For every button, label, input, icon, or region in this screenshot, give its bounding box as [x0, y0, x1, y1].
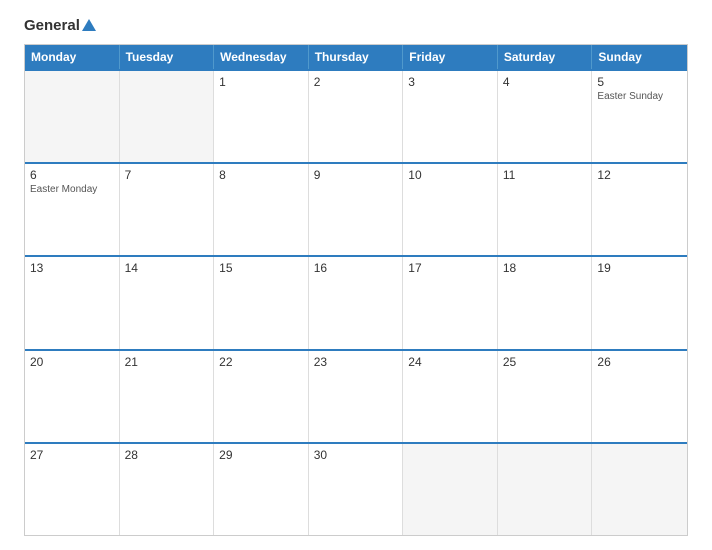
day-number: 2	[314, 75, 398, 89]
calendar-cell: 14	[120, 257, 215, 348]
day-number: 5	[597, 75, 682, 89]
day-number: 12	[597, 168, 682, 182]
day-number: 17	[408, 261, 492, 275]
calendar-cell: 11	[498, 164, 593, 255]
day-number: 24	[408, 355, 492, 369]
calendar-cell: 19	[592, 257, 687, 348]
day-number: 27	[30, 448, 114, 462]
week-row-4: 20 21 22 23 24 25 26	[25, 349, 687, 442]
calendar-cell: 15	[214, 257, 309, 348]
logo: General	[24, 18, 96, 34]
calendar-cell	[403, 444, 498, 535]
calendar-grid: MondayTuesdayWednesdayThursdayFridaySatu…	[24, 44, 688, 536]
day-number: 23	[314, 355, 398, 369]
logo-text: General	[24, 18, 96, 34]
day-number: 18	[503, 261, 587, 275]
day-header-wednesday: Wednesday	[214, 45, 309, 69]
day-number: 28	[125, 448, 209, 462]
calendar-cell: 21	[120, 351, 215, 442]
week-row-1: 12345 Easter Sunday	[25, 69, 687, 162]
day-header-saturday: Saturday	[498, 45, 593, 69]
calendar-cell: 17	[403, 257, 498, 348]
week-row-3: 13 14 15 16 17 18 19	[25, 255, 687, 348]
day-header-monday: Monday	[25, 45, 120, 69]
calendar-cell: 5 Easter Sunday	[592, 71, 687, 162]
day-number: 3	[408, 75, 492, 89]
calendar-cell: 7	[120, 164, 215, 255]
day-number: 25	[503, 355, 587, 369]
holiday-label: Easter Sunday	[597, 91, 682, 103]
logo-general: General	[24, 17, 96, 34]
holiday-label: Easter Monday	[30, 184, 114, 196]
day-header-thursday: Thursday	[309, 45, 404, 69]
day-number: 13	[30, 261, 114, 275]
day-number: 15	[219, 261, 303, 275]
calendar-header: MondayTuesdayWednesdayThursdayFridaySatu…	[25, 45, 687, 69]
calendar-cell	[592, 444, 687, 535]
calendar-cell: 23	[309, 351, 404, 442]
day-number: 4	[503, 75, 587, 89]
week-row-2: 6 Easter Monday 789 10 11 12	[25, 162, 687, 255]
calendar-cell: 30	[309, 444, 404, 535]
calendar-cell: 2	[309, 71, 404, 162]
week-row-5: 27 28 29 30	[25, 442, 687, 535]
calendar-cell: 4	[498, 71, 593, 162]
calendar-cell: 25	[498, 351, 593, 442]
day-number: 20	[30, 355, 114, 369]
day-number: 14	[125, 261, 209, 275]
day-number: 1	[219, 75, 303, 89]
calendar-cell: 8	[214, 164, 309, 255]
day-number: 29	[219, 448, 303, 462]
day-header-friday: Friday	[403, 45, 498, 69]
calendar-cell: 6 Easter Monday	[25, 164, 120, 255]
day-header-tuesday: Tuesday	[120, 45, 215, 69]
calendar-cell	[25, 71, 120, 162]
calendar-cell: 1	[214, 71, 309, 162]
calendar-cell: 12	[592, 164, 687, 255]
calendar-page: General MondayTuesdayWednesdayThursdayFr…	[0, 0, 712, 550]
day-number: 16	[314, 261, 398, 275]
day-number: 8	[219, 168, 303, 182]
calendar-cell: 24	[403, 351, 498, 442]
day-number: 30	[314, 448, 398, 462]
day-number: 7	[125, 168, 209, 182]
day-number: 22	[219, 355, 303, 369]
calendar-cell: 18	[498, 257, 593, 348]
calendar-cell: 10	[403, 164, 498, 255]
header: General	[24, 18, 688, 34]
calendar-cell: 22	[214, 351, 309, 442]
calendar-cell	[498, 444, 593, 535]
calendar-cell: 28	[120, 444, 215, 535]
day-number: 6	[30, 168, 114, 182]
calendar-cell: 26	[592, 351, 687, 442]
calendar-cell: 13	[25, 257, 120, 348]
day-number: 19	[597, 261, 682, 275]
calendar-cell: 3	[403, 71, 498, 162]
calendar-cell: 27	[25, 444, 120, 535]
calendar-cell: 16	[309, 257, 404, 348]
calendar-cell	[120, 71, 215, 162]
calendar-cell: 20	[25, 351, 120, 442]
day-number: 9	[314, 168, 398, 182]
day-number: 11	[503, 168, 587, 182]
calendar-cell: 9	[309, 164, 404, 255]
day-number: 26	[597, 355, 682, 369]
day-number: 10	[408, 168, 492, 182]
calendar-cell: 29	[214, 444, 309, 535]
day-header-sunday: Sunday	[592, 45, 687, 69]
day-number: 21	[125, 355, 209, 369]
logo-triangle-icon	[82, 19, 96, 31]
